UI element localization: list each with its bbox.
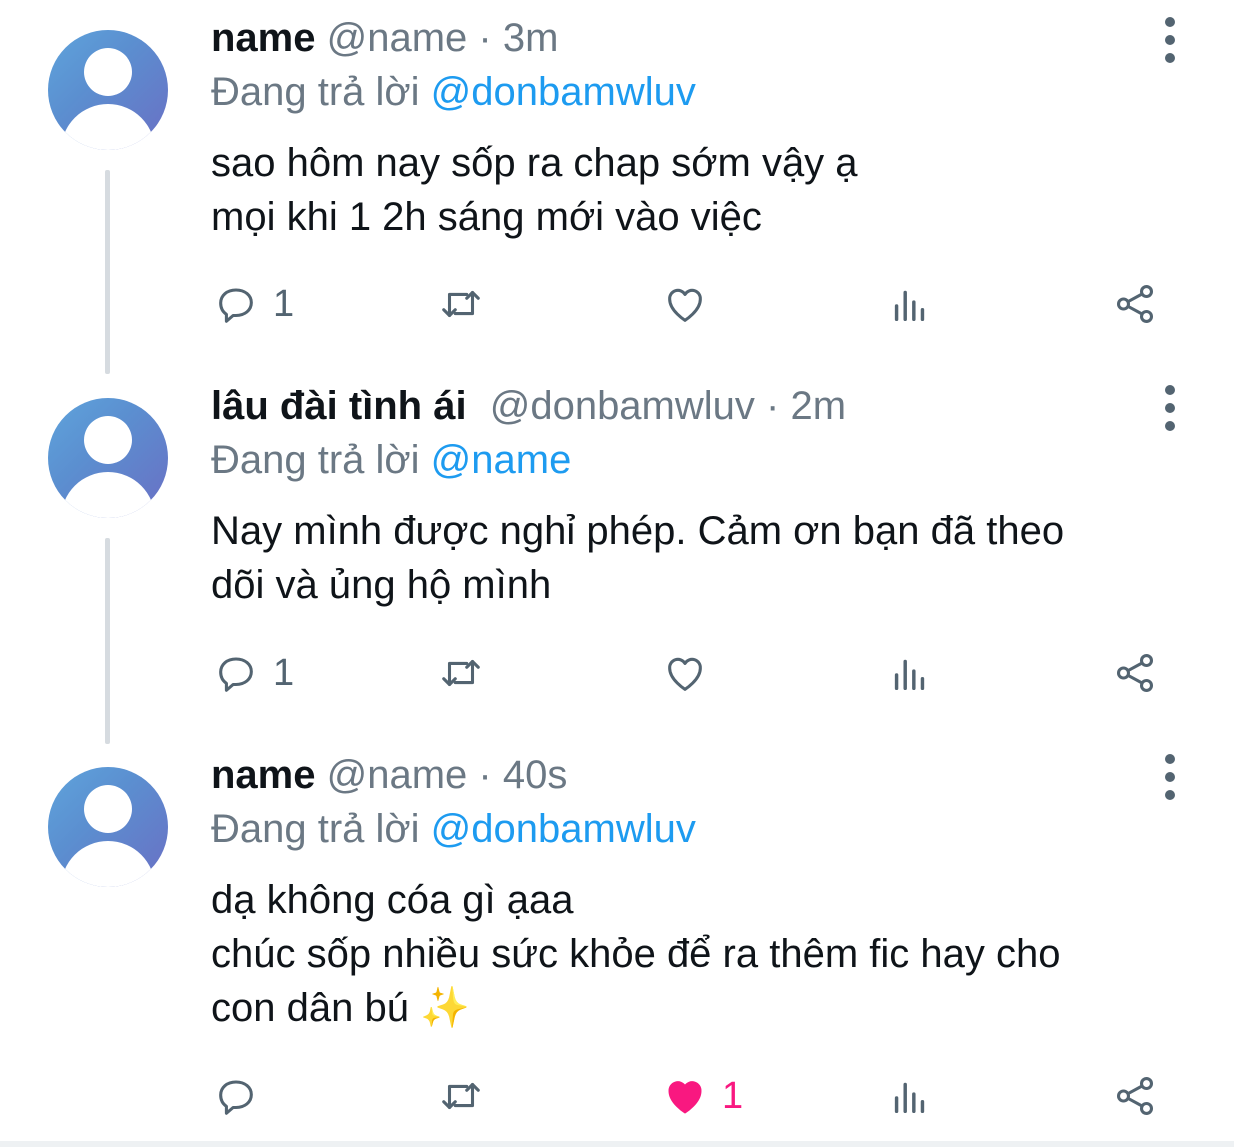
views-icon	[894, 659, 925, 691]
heart-filled-icon	[668, 1081, 702, 1114]
separator-dot: ·	[766, 384, 780, 428]
like-button-active[interactable]: 1	[662, 1071, 743, 1121]
views-icon	[894, 1082, 925, 1114]
timestamp[interactable]: 2m	[790, 384, 846, 428]
replying-to-label: Đang trả lời	[211, 438, 420, 482]
retweet-icon	[442, 1082, 480, 1110]
reply-count: 1	[273, 282, 295, 325]
reply-button[interactable]: 1	[213, 279, 294, 329]
thread-connector	[105, 170, 110, 374]
timestamp[interactable]: 40s	[503, 753, 568, 797]
tweet-header: name @name · 40s	[211, 751, 567, 799]
share-button[interactable]	[1112, 648, 1158, 698]
replying-to-label: Đang trả lời	[211, 807, 420, 851]
reply-button[interactable]: 1	[213, 648, 294, 698]
display-name[interactable]: name	[211, 753, 316, 797]
retweet-icon	[442, 659, 480, 687]
reply-icon	[219, 1080, 253, 1115]
retweet-button[interactable]	[438, 648, 484, 698]
reply-icon	[219, 657, 253, 692]
reply-count: 1	[273, 651, 295, 694]
heart-icon	[668, 288, 702, 322]
tweet-actions: 1	[0, 1071, 1234, 1121]
share-button[interactable]	[1112, 279, 1158, 329]
thread-connector	[105, 538, 110, 744]
share-button[interactable]	[1112, 1071, 1158, 1121]
retweet-button[interactable]	[438, 1071, 484, 1121]
tweet-text: Nay mình được nghỉ phép. Cảm ơn bạn đã t…	[211, 509, 1065, 607]
tweet-text: sao hôm nay sốp ra chap sớm vậy ạ mọi kh…	[211, 141, 858, 239]
user-handle[interactable]: @name	[327, 753, 468, 797]
share-icon	[1116, 285, 1154, 323]
retweet-icon	[442, 290, 480, 318]
replying-to: Đang trả lời @donbamwluv	[211, 68, 696, 116]
share-icon	[1116, 1077, 1154, 1115]
views-button[interactable]	[887, 279, 933, 329]
replying-to-label: Đang trả lời	[211, 70, 420, 114]
replying-to: Đang trả lời @donbamwluv	[211, 805, 696, 853]
retweet-button[interactable]	[438, 279, 484, 329]
replying-to: Đang trả lời @name	[211, 436, 571, 484]
default-avatar-icon[interactable]	[48, 398, 168, 518]
reply-icon	[219, 288, 253, 323]
user-handle[interactable]: @donbamwluv	[490, 384, 755, 428]
tweet-actions: 1	[0, 648, 1234, 698]
reply-button[interactable]	[213, 1071, 273, 1121]
share-icon	[1116, 654, 1154, 692]
views-button[interactable]	[887, 1071, 933, 1121]
like-button[interactable]	[662, 648, 722, 698]
mention-link[interactable]: @donbamwluv	[431, 807, 696, 851]
like-count: 1	[722, 1074, 744, 1117]
heart-icon	[668, 657, 702, 691]
divider	[0, 1141, 1234, 1147]
default-avatar-icon[interactable]	[48, 767, 168, 887]
mention-link[interactable]: @donbamwluv	[431, 70, 696, 114]
user-handle[interactable]: @name	[327, 16, 468, 60]
tweet-header: name @name · 3m	[211, 14, 558, 62]
like-button[interactable]	[662, 279, 722, 329]
tweet-text: dạ không cóa gì ạaa chúc sốp nhiều sức k…	[211, 878, 1061, 1030]
more-vertical-icon[interactable]	[1163, 754, 1177, 800]
views-icon	[894, 290, 925, 322]
tweet-actions: 1	[0, 279, 1234, 329]
separator-dot: ·	[478, 753, 492, 797]
tweet-header: lâu đài tình ái @donbamwluv · 2m	[211, 382, 846, 430]
display-name[interactable]: name	[211, 16, 316, 60]
views-button[interactable]	[887, 648, 933, 698]
default-avatar-icon[interactable]	[48, 30, 168, 150]
more-vertical-icon[interactable]	[1163, 17, 1177, 63]
separator-dot: ·	[478, 16, 492, 60]
more-vertical-icon[interactable]	[1163, 385, 1177, 431]
display-name[interactable]: lâu đài tình ái	[211, 384, 467, 428]
reply-thread: name @name · 3m Đang trả lời @donbamwluv…	[0, 0, 1234, 1147]
mention-link[interactable]: @name	[431, 438, 572, 482]
timestamp[interactable]: 3m	[503, 16, 559, 60]
